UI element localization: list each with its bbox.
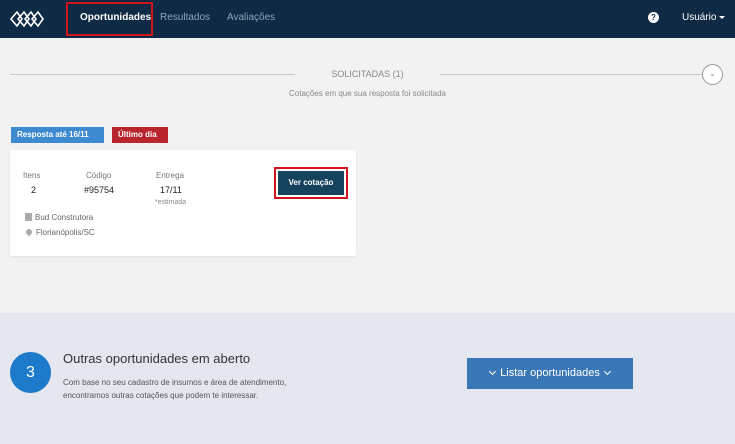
entrega-label: Entrega: [156, 171, 185, 180]
ver-cotacao-button[interactable]: Ver cotação: [278, 171, 344, 195]
opportunities-count: 3: [10, 352, 51, 393]
collapse-button[interactable]: -: [702, 64, 723, 85]
codigo-label: Código: [86, 171, 112, 180]
caret-down-icon: [719, 15, 726, 19]
entrega-value: 17/11: [160, 185, 182, 195]
deadline-badge: Resposta até 16/11: [11, 127, 104, 143]
other-opportunities-desc: Com base no seu cadastro de insumos e ár…: [63, 376, 353, 402]
top-navbar: Oportunidades Resultados Avaliações ? Us…: [0, 0, 735, 38]
other-opportunities-panel: 3 Outras oportunidades em aberto Com bas…: [0, 313, 735, 444]
desc-line-1: Com base no seu cadastro de insumos e ár…: [63, 378, 287, 387]
logo-icon[interactable]: [10, 8, 48, 30]
listar-label: Listar oportunidades: [500, 367, 600, 379]
tab-resultados[interactable]: Resultados: [160, 0, 210, 38]
section-subtitle: Cotações em que sua resposta foi solicit…: [289, 89, 446, 98]
user-menu[interactable]: Usuário: [682, 0, 726, 38]
chevron-down-icon: [489, 367, 497, 376]
listar-oportunidades-button[interactable]: Listar oportunidades: [467, 358, 633, 389]
user-label: Usuário: [682, 12, 717, 23]
urgency-badge: Último dia: [112, 127, 168, 143]
tab-oportunidades[interactable]: Oportunidades: [80, 0, 151, 38]
itens-value: 2: [31, 185, 37, 195]
map-pin-icon: [24, 227, 34, 237]
company-row: Bud Construtora: [25, 213, 93, 222]
company-name: Bud Construtora: [35, 213, 94, 222]
quote-card: Itens 2 Código #95754 Entrega 17/11 *est…: [10, 150, 356, 256]
help-icon[interactable]: ?: [648, 12, 659, 23]
chevron-down-icon: [603, 367, 611, 376]
building-icon: [25, 213, 32, 221]
location-row: Florianópolis/SC: [24, 227, 95, 237]
codigo-value: #95754: [84, 185, 115, 195]
section-title: SOLICITADAS (1): [331, 69, 404, 79]
location-name: Florianópolis/SC: [36, 228, 95, 237]
other-opportunities-title: Outras oportunidades em aberto: [63, 351, 251, 366]
tab-avaliacoes[interactable]: Avaliações: [227, 0, 275, 38]
itens-label: Itens: [23, 171, 41, 180]
desc-line-2: encontramos outras cotações que podem te…: [63, 391, 259, 400]
divider-left: [10, 74, 295, 75]
entrega-note: *estimada: [155, 199, 187, 206]
divider-right: [440, 74, 702, 75]
